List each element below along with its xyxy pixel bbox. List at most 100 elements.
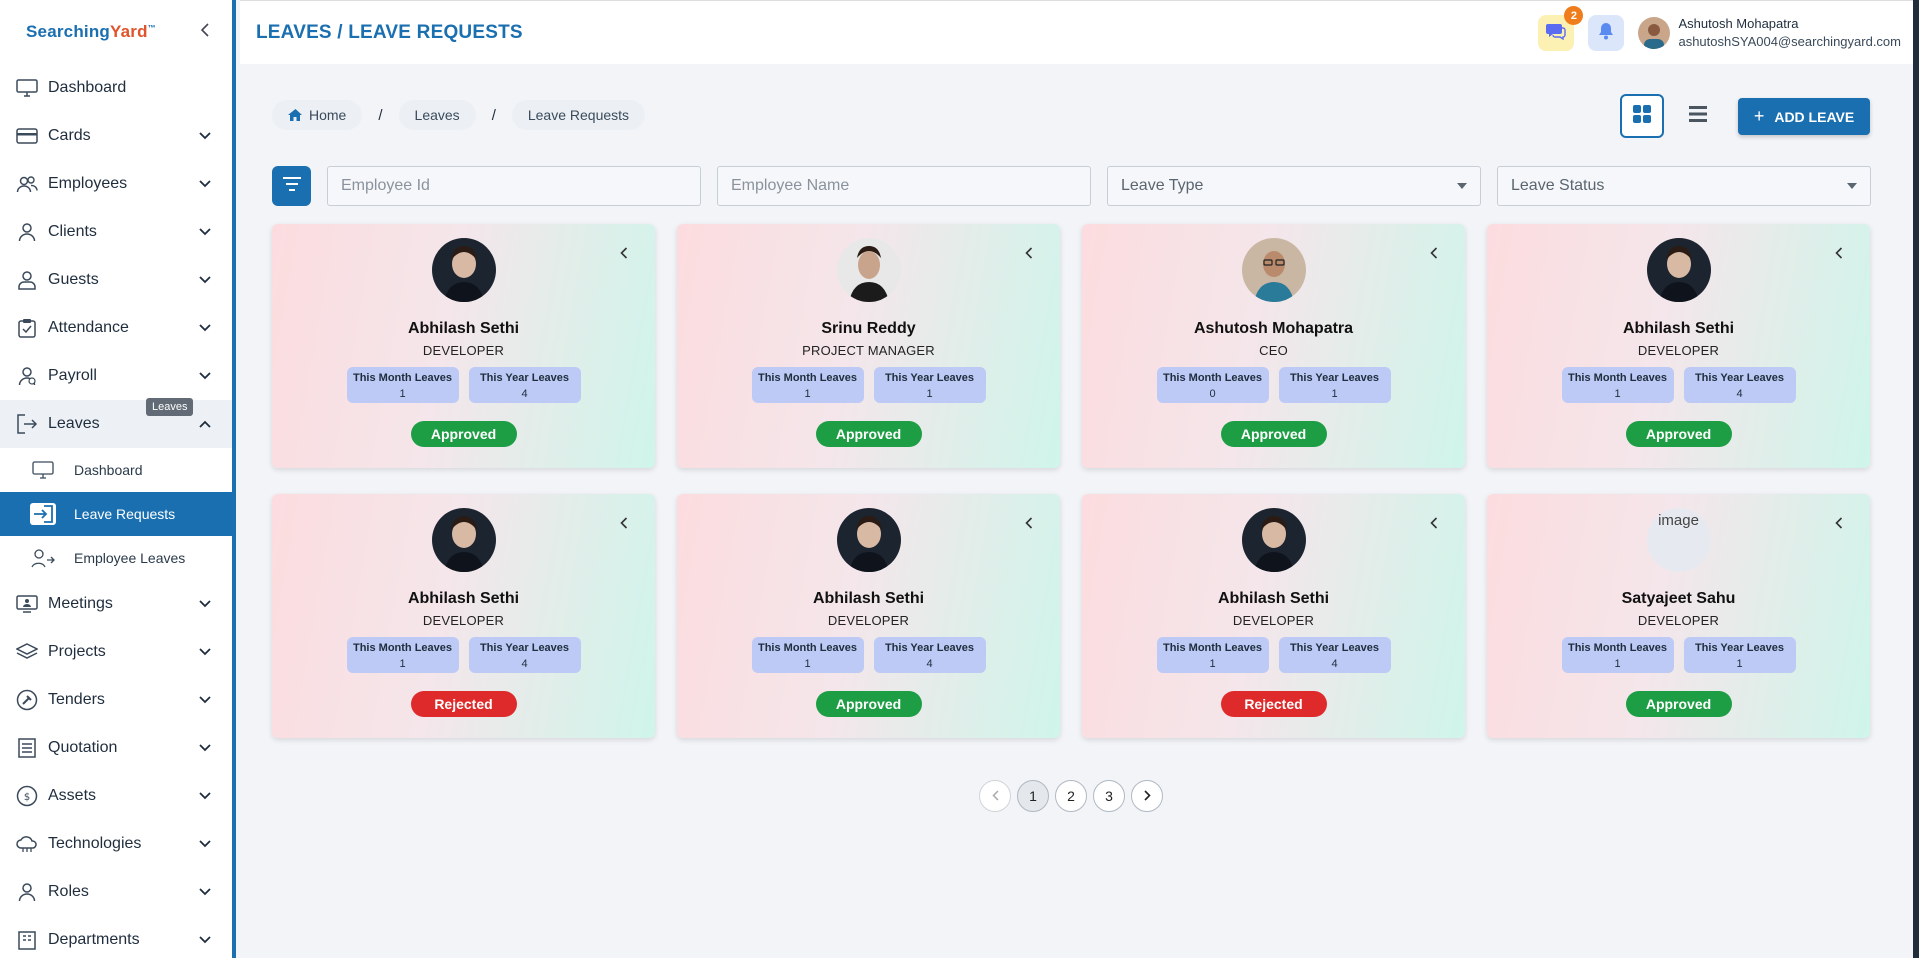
chevron-left-icon[interactable] [1427,246,1441,260]
status-badge: Rejected [1220,691,1327,717]
leave-stats: This Month Leaves 1 This Year Leaves 1 [1487,637,1870,673]
notifications-button[interactable] [1588,15,1625,51]
status-badge: Rejected [410,691,517,717]
enter-icon [30,503,56,525]
month-leaves-label: This Month Leaves [1162,372,1263,384]
filter-button[interactable] [272,166,311,206]
sidebar-item-payroll[interactable]: Payroll [0,352,232,400]
chevron-down-icon [198,129,212,143]
sidebar-subitem-label: Leave Requests [74,506,176,522]
breadcrumb-leaves[interactable]: Leaves [398,100,476,130]
month-leaves-stat: This Month Leaves 0 [1156,367,1269,403]
grid-icon [1632,104,1652,129]
year-leaves-stat: This Year Leaves 4 [468,637,581,673]
month-leaves-stat: This Month Leaves 1 [1561,637,1674,673]
sidebar-item-departments[interactable]: Departments [0,916,232,958]
chevron-left-icon[interactable] [1832,516,1846,530]
leave-status-select[interactable]: Leave Status [1497,166,1871,206]
department-icon [14,929,40,951]
list-view-button[interactable] [1676,94,1720,138]
leave-card[interactable]: Abhilash Sethi DEVELOPER This Month Leaves… [677,494,1060,738]
next-page-button[interactable] [1131,780,1163,812]
scrollbar[interactable] [1913,0,1919,958]
leave-card[interactable]: image Satyajeet Sahu DEVELOPER This Month L… [1487,494,1870,738]
page-title: LEAVES / LEAVE REQUESTS [256,21,523,43]
brand-logo[interactable]: SearchingYard™ [26,22,156,42]
leave-card[interactable]: Abhilash Sethi DEVELOPER This Month Leaves… [272,494,655,738]
plus-icon: + [1753,106,1765,126]
sidebar-item-guests[interactable]: Guests [0,256,232,304]
year-leaves-label: This Year Leaves [1694,372,1785,384]
chevron-left-icon[interactable] [1832,246,1846,260]
user-transfer-icon [30,547,56,569]
month-leaves-value: 0 [1209,388,1216,400]
sidebar-item-assets[interactable]: $ Assets [0,772,232,820]
leave-card[interactable]: Abhilash Sethi DEVELOPER This Month Leaves… [272,224,655,468]
sidebar-item-roles[interactable]: Roles [0,868,232,916]
sidebar-item-leaves[interactable]: Leaves [0,400,232,448]
sidebar-subitem-label: Employee Leaves [74,550,186,566]
status-badge: Approved [410,421,517,447]
year-leaves-label: This Year Leaves [884,372,975,384]
list-icon [14,737,40,759]
employee-name-input[interactable] [717,166,1091,206]
year-leaves-stat: This Year Leaves 4 [1278,637,1391,673]
leave-card[interactable]: Ashutosh Mohapatra CEO This Month Leaves 0 T… [1082,224,1465,468]
sidebar-nav: Dashboard Cards Employees Clients Guests Atte… [0,64,232,958]
chat-badge: 2 [1564,6,1584,25]
chevron-down-icon [198,741,212,755]
employee-photo: image [1646,508,1711,572]
status-badge: Approved [1625,421,1732,447]
sidebar-item-clients[interactable]: Clients [0,208,232,256]
chevron-left-icon[interactable] [1022,246,1036,260]
sidebar-subitem-dashboard[interactable]: Dashboard [0,448,232,492]
breadcrumb-home-label: Home [309,107,347,123]
sidebar-item-quotation[interactable]: Quotation [0,724,232,772]
employee-photo [431,238,496,302]
breadcrumb-home[interactable]: Home [272,100,363,130]
grid-view-button[interactable] [1620,94,1664,138]
chevron-down-icon [198,177,212,191]
leave-type-select[interactable]: Leave Type [1107,166,1481,206]
sidebar-item-technologies[interactable]: Technologies [0,820,232,868]
sidebar-item-dashboard[interactable]: Dashboard [0,64,232,112]
page-button[interactable]: 2 [1055,780,1087,812]
add-leave-button[interactable]: + ADD LEAVE [1738,98,1870,135]
year-leaves-value: 4 [1736,388,1743,400]
sidebar-collapse-icon[interactable] [200,22,210,42]
monitor-icon [14,77,40,99]
sidebar-item-cards[interactable]: Cards [0,112,232,160]
sidebar-item-employees[interactable]: Employees [0,160,232,208]
chevron-left-icon[interactable] [617,246,631,260]
leave-stats: This Month Leaves 1 This Year Leaves 4 [1082,637,1465,673]
leave-card[interactable]: Srinu Reddy PROJECT MANAGER This Month Lea… [677,224,1060,468]
chevron-left-icon[interactable] [1427,516,1441,530]
year-leaves-label: This Year Leaves [1289,372,1380,384]
month-leaves-value: 1 [1614,388,1621,400]
prev-page-button[interactable] [979,780,1011,812]
user-menu[interactable]: Ashutosh Mohapatra ashutoshSYA004@search… [1638,15,1901,51]
page-button[interactable]: 3 [1093,780,1125,812]
bell-icon [1598,22,1614,45]
month-leaves-label: This Month Leaves [1567,372,1668,384]
sidebar-item-label: Employees [48,175,128,192]
chat-button[interactable]: 2 [1538,6,1584,51]
chevron-left-icon[interactable] [617,516,631,530]
pagination: 123 [979,780,1169,812]
monitor-sub-icon [30,459,56,481]
employee-id-input[interactable] [327,166,701,206]
sidebar-item-attendance[interactable]: Attendance [0,304,232,352]
guest-icon [14,269,40,291]
chevron-down-icon [198,885,212,899]
employee-name: Satyajeet Sahu [1621,590,1736,607]
sidebar-item-tenders[interactable]: Tenders [0,676,232,724]
leave-card[interactable]: Abhilash Sethi DEVELOPER This Month Leaves… [1082,494,1465,738]
year-leaves-stat: This Year Leaves 4 [1683,367,1796,403]
sidebar-subitem-leave-requests[interactable]: Leave Requests [0,492,232,536]
chevron-left-icon[interactable] [1022,516,1036,530]
leave-card[interactable]: Abhilash Sethi DEVELOPER This Month Leaves… [1487,224,1870,468]
page-button[interactable]: 1 [1017,780,1049,812]
sidebar-item-projects[interactable]: Projects [0,628,232,676]
sidebar-item-meetings[interactable]: Meetings [0,580,232,628]
sidebar-subitem-employee-leaves[interactable]: Employee Leaves [0,536,232,580]
